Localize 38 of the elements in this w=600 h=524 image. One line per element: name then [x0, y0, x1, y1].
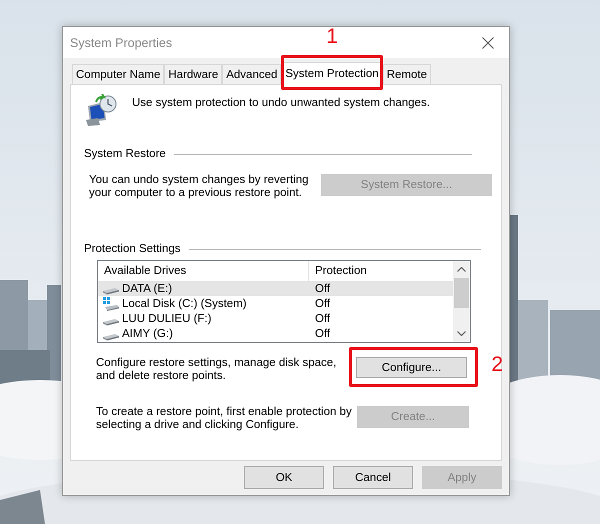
- window-title: System Properties: [70, 36, 172, 50]
- drive-name: AIMY (G:): [122, 328, 173, 340]
- drive-name: LUU DULIEU (F:): [122, 313, 212, 326]
- protection-status: Off: [314, 328, 330, 340]
- drive-row[interactable]: AIMY (G:) Off: [98, 326, 453, 342]
- protection-status: Off: [314, 282, 330, 295]
- tab[interactable]: Computer Name: [72, 64, 164, 84]
- scroll-up-icon[interactable]: [457, 267, 466, 272]
- drive-row[interactable]: LUU DULIEU (F:) Off: [98, 312, 453, 327]
- drive-name: DATA (E:): [122, 282, 172, 295]
- drive-row[interactable]: Local Disk (C:) (System) Off: [98, 296, 453, 312]
- drive-icon: [103, 288, 119, 296]
- description-text: To create a restore point, first enable protection by selecting a drive and clicking Configure.: [96, 406, 353, 432]
- dialog-button[interactable]: OK: [244, 466, 324, 489]
- tab[interactable]: Remote: [382, 64, 431, 84]
- configure-button[interactable]: Configure...: [356, 357, 467, 378]
- close-icon: [482, 36, 494, 48]
- tab[interactable]: Advanced: [222, 64, 282, 84]
- scrollbar[interactable]: [453, 261, 470, 342]
- dialog-button[interactable]: Cancel: [333, 466, 413, 489]
- drive-name: Local Disk (C:) (System): [122, 298, 247, 310]
- tab[interactable]: System Protection: [281, 62, 383, 85]
- drive-row[interactable]: DATA (E:) Off: [98, 281, 453, 296]
- description-text: Configure restore settings, manage disk space, and delete restore points.: [96, 357, 338, 383]
- scroll-down-icon[interactable]: [457, 331, 466, 336]
- system-drive-icon: [103, 296, 119, 311]
- callout-number: 1: [326, 26, 338, 47]
- description-text: You can undo system changes by reverting your computer to a previous restore point.: [89, 174, 310, 200]
- protection-status: Off: [314, 313, 330, 326]
- protection-status: Off: [314, 298, 330, 310]
- group-heading: Protection Settings: [84, 243, 181, 255]
- tab[interactable]: Hardware: [164, 64, 222, 84]
- computer-restore-icon: [84, 94, 117, 126]
- drive-icon: [103, 318, 119, 326]
- callout-number: 2: [491, 354, 503, 375]
- column-header[interactable]: Protection: [309, 261, 439, 281]
- intro-text: Use system protection to undo unwanted system changes.: [132, 97, 430, 109]
- group-heading: System Restore: [84, 148, 166, 160]
